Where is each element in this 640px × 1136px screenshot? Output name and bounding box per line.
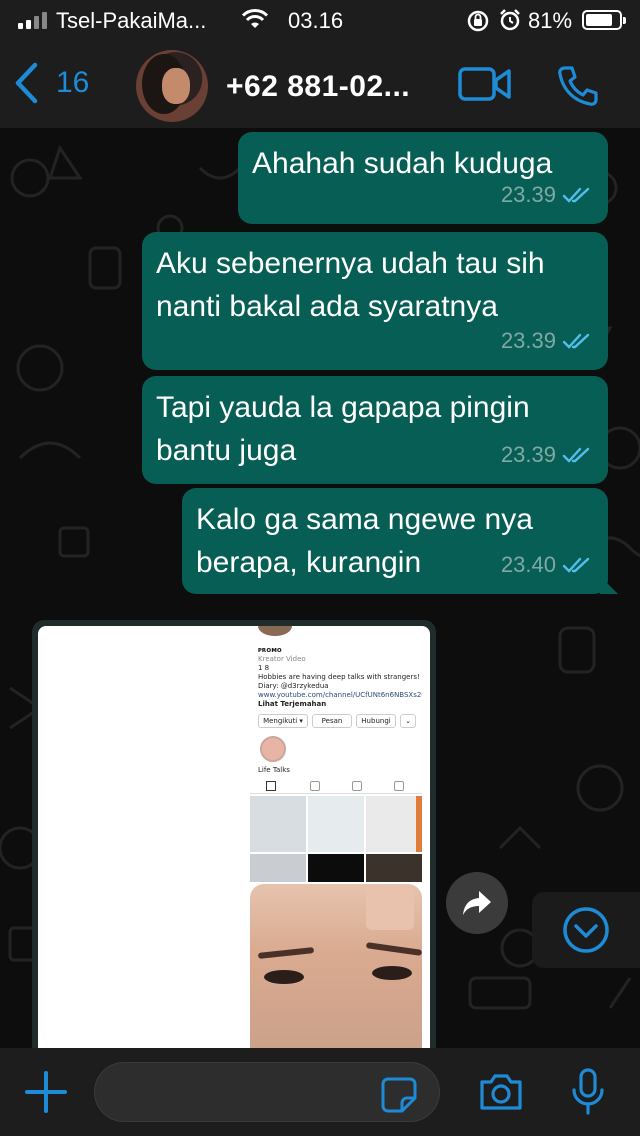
- read-receipt-icon: [562, 557, 590, 573]
- message-time: 23.39: [500, 182, 556, 207]
- image-message[interactable]: ᴘʀᴏмᴏ Kreator Video 1 8 Hobbies are havi…: [32, 620, 436, 1048]
- profile-picture: [258, 626, 292, 636]
- outgoing-message[interactable]: Aku sebenernya udah tau sih nanti bakal …: [142, 232, 608, 370]
- post-thumbnail: [250, 796, 306, 852]
- profile-stats: 1 8: [258, 664, 270, 672]
- reels-icon: [310, 781, 320, 791]
- bubble-tail: [600, 576, 618, 594]
- selfie-image: [250, 884, 422, 1048]
- profile-name: ᴘʀᴏмᴏ: [258, 646, 282, 654]
- profile-link: www.youtube.com/channel/UCfUNt6n6NBSXs2Q…: [258, 691, 422, 699]
- carrier-name: Tsel-PakaiMa...: [56, 8, 207, 33]
- post-thumbnail: [366, 796, 422, 852]
- selfie-inset: [366, 888, 414, 930]
- profile-diary: Diary: @d3rzykedua: [258, 682, 329, 690]
- battery-percent: 81%: [528, 8, 573, 33]
- message-text: Aku sebenernya udah tau sih nanti bakal …: [156, 247, 545, 323]
- phone-icon: [558, 66, 598, 106]
- outgoing-message[interactable]: Ahahah sudah kuduga 23.39: [238, 132, 608, 224]
- message-input-bar: [0, 1048, 640, 1136]
- alarm-icon: [498, 8, 522, 38]
- message-meta: 23.39: [501, 173, 594, 216]
- camera-button[interactable]: [478, 1072, 524, 1117]
- profile-bio: Hobbies are having deep talks with stran…: [258, 673, 420, 681]
- scroll-to-bottom-button[interactable]: [532, 892, 640, 968]
- message-time: 23.39: [500, 442, 556, 467]
- grid-icon: [266, 781, 276, 791]
- contact-name[interactable]: +62 881-02...: [226, 70, 410, 104]
- voice-call-button[interactable]: [556, 64, 600, 113]
- video-call-button[interactable]: [458, 66, 512, 107]
- forward-arrow-icon: [463, 891, 491, 915]
- profile-tabs: [250, 780, 422, 794]
- read-receipt-icon: [562, 333, 590, 349]
- post-thumbnail: [308, 796, 364, 852]
- translate-link: Lihat Terjemahan: [258, 700, 327, 708]
- highlight-label: Life Talks: [258, 766, 290, 774]
- instagram-profile-screenshot: ᴘʀᴏмᴏ Kreator Video 1 8 Hobbies are havi…: [250, 626, 422, 1048]
- message-time: 23.40: [500, 552, 556, 577]
- profile-category: Kreator Video: [258, 655, 306, 663]
- status-bar: Tsel-PakaiMa... 03.16 81%: [0, 0, 640, 40]
- outgoing-message[interactable]: Tapi yauda la gapapa pingin bantu juga 2…: [142, 376, 608, 484]
- more-button: ⌄: [400, 714, 416, 728]
- rotation-lock-icon: [466, 9, 490, 39]
- battery-icon: [582, 10, 626, 30]
- screenshot-image: ᴘʀᴏмᴏ Kreator Video 1 8 Hobbies are havi…: [38, 626, 430, 1048]
- wifi-icon: [240, 8, 270, 36]
- post-thumbnail: [308, 854, 364, 882]
- post-grid: [250, 796, 422, 882]
- unread-count: 16: [56, 66, 90, 99]
- story-highlight: [260, 736, 286, 762]
- post-thumbnail: [250, 854, 306, 882]
- follow-button: Mengikuti ▾: [258, 714, 308, 728]
- attach-button[interactable]: [24, 1070, 68, 1119]
- message-meta: 23.40: [501, 543, 594, 586]
- message-button: Pesan: [312, 714, 352, 728]
- contact-button: Hubungi: [356, 714, 396, 728]
- camera-icon: [480, 1074, 522, 1110]
- message-time: 23.39: [500, 328, 556, 353]
- plus-icon: [25, 1071, 67, 1113]
- signal-icon: [18, 11, 47, 29]
- read-receipt-icon: [562, 447, 590, 463]
- chat-header: 16 +62 881-02...: [0, 40, 640, 128]
- read-receipt-icon: [562, 187, 590, 203]
- back-button[interactable]: 16: [14, 62, 89, 104]
- outgoing-message[interactable]: Kalo ga sama ngewe nya berapa, kurangin …: [182, 488, 618, 594]
- microphone-icon: [572, 1068, 604, 1115]
- guides-icon: [352, 781, 362, 791]
- message-meta: 23.39: [501, 433, 594, 476]
- chat-area[interactable]: Ahahah sudah kuduga 23.39 Aku sebenernya…: [0, 128, 640, 1048]
- forward-button[interactable]: [446, 872, 508, 934]
- sticker-icon: [381, 1077, 417, 1113]
- clock: 03.16: [288, 8, 344, 33]
- sticker-button[interactable]: [380, 1076, 418, 1119]
- video-camera-icon: [458, 67, 511, 101]
- chevron-left-icon: [15, 62, 38, 104]
- avatar[interactable]: [136, 50, 208, 122]
- tagged-icon: [394, 781, 404, 791]
- chevron-down-circle-icon: [563, 907, 609, 953]
- post-thumbnail: [366, 854, 422, 882]
- message-meta: 23.39: [501, 319, 594, 362]
- microphone-button[interactable]: [570, 1068, 606, 1121]
